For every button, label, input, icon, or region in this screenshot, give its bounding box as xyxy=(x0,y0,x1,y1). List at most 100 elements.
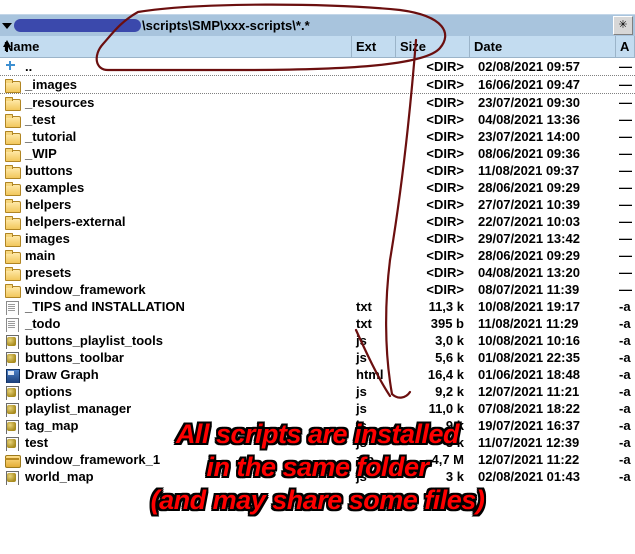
file-attr-cell: -a xyxy=(619,367,631,382)
file-ext-cell xyxy=(352,128,396,145)
file-row[interactable]: presets <DIR> 04/08/2021 13:20 — xyxy=(0,264,635,281)
file-name-label: .. xyxy=(25,59,33,74)
file-size-cell: 3 k xyxy=(445,469,464,484)
file-name-label: buttons_playlist_tools xyxy=(25,333,163,348)
file-ext-cell xyxy=(352,179,396,196)
column-header-name[interactable]: Name xyxy=(0,36,352,57)
file-name-cell[interactable]: examples xyxy=(0,179,352,196)
file-row[interactable]: world_map js 3 k 02/08/2021 01:43 -a xyxy=(0,468,635,485)
script-file-icon xyxy=(4,334,20,349)
file-name-cell[interactable]: test xyxy=(0,434,352,451)
file-name-cell[interactable]: window_framework_1 xyxy=(0,451,352,468)
file-name-cell[interactable]: helpers xyxy=(0,196,352,213)
file-attr-cell: — xyxy=(619,231,632,246)
file-row[interactable]: tag_map js 9 k 19/07/2021 16:37 -a xyxy=(0,417,635,434)
file-row[interactable]: buttons <DIR> 11/08/2021 09:37 — xyxy=(0,162,635,179)
file-date-cell: 12/07/2021 11:21 xyxy=(478,384,580,399)
file-row[interactable]: buttons_playlist_tools js 3,0 k 10/08/2021 … xyxy=(0,332,635,349)
file-name-cell[interactable]: buttons_playlist_tools xyxy=(0,332,352,349)
file-size-cell: <DIR> xyxy=(426,77,464,92)
file-name-cell[interactable]: _WIP xyxy=(0,145,352,162)
sort-ascending-icon xyxy=(3,40,11,52)
file-row[interactable]: helpers-external <DIR> 22/07/2021 10:03 — xyxy=(0,213,635,230)
file-ext-cell: txt xyxy=(356,299,372,314)
file-name-cell[interactable]: world_map xyxy=(0,468,352,485)
file-row[interactable]: _images <DIR> 16/06/2021 09:47 — xyxy=(0,76,635,94)
file-ext-cell xyxy=(352,230,396,247)
file-name-cell[interactable]: _todo xyxy=(0,315,352,332)
file-row[interactable]: window_framework <DIR> 08/07/2021 11:39 — xyxy=(0,281,635,298)
file-row[interactable]: playlist_manager js 11,0 k 07/08/2021 18:22… xyxy=(0,400,635,417)
file-name-label: buttons xyxy=(25,163,73,178)
file-ext-cell xyxy=(352,76,396,93)
script-file-icon xyxy=(4,436,20,451)
file-attr-cell: -a xyxy=(619,418,631,433)
file-date-cell: 27/07/2021 10:39 xyxy=(478,197,580,212)
file-size-cell: <DIR> xyxy=(426,59,464,74)
file-attr-cell: -a xyxy=(619,299,631,314)
file-row[interactable]: main <DIR> 28/06/2021 09:29 — xyxy=(0,247,635,264)
up-directory-icon xyxy=(4,60,20,74)
file-size-cell: 9,2 k xyxy=(435,384,464,399)
file-name-cell[interactable]: Draw Graph xyxy=(0,366,352,383)
file-row[interactable]: .. <DIR> 02/08/2021 09:57 — xyxy=(0,58,635,76)
file-name-cell[interactable]: main xyxy=(0,247,352,264)
folder-icon xyxy=(4,283,21,298)
file-attr-cell: -a xyxy=(619,435,631,450)
file-name-cell[interactable]: window_framework xyxy=(0,281,352,298)
file-row[interactable]: _tutorial <DIR> 23/07/2021 14:00 — xyxy=(0,128,635,145)
file-row[interactable]: images <DIR> 29/07/2021 13:42 — xyxy=(0,230,635,247)
path-text: \scripts\SMP\xxx-scripts\*.* xyxy=(142,17,310,33)
file-name-cell[interactable]: playlist_manager xyxy=(0,400,352,417)
file-row[interactable]: _todo txt 395 b 11/08/2021 11:29 -a xyxy=(0,315,635,332)
folder-icon xyxy=(4,96,21,111)
column-header-ext[interactable]: Ext xyxy=(352,36,396,57)
folder-icon xyxy=(4,266,21,281)
column-header-date[interactable]: Date xyxy=(470,36,616,57)
column-header-attr[interactable]: A xyxy=(616,36,635,57)
file-date-cell: 07/08/2021 18:22 xyxy=(478,401,580,416)
file-name-cell[interactable]: _TIPS and INSTALLATION xyxy=(0,298,352,315)
file-row[interactable]: _test <DIR> 04/08/2021 13:36 — xyxy=(0,111,635,128)
file-size-cell: 4,7 M xyxy=(431,452,464,467)
file-name-cell[interactable]: tag_map xyxy=(0,417,352,434)
path-dropdown-button[interactable] xyxy=(0,15,13,37)
file-row[interactable]: options js 9,2 k 12/07/2021 11:21 -a xyxy=(0,383,635,400)
file-manager-window: \scripts\SMP\xxx-scripts\*.* ✳ Name Ext … xyxy=(0,0,635,554)
path-bar[interactable]: \scripts\SMP\xxx-scripts\*.* ✳ xyxy=(0,14,635,36)
file-ext-cell: html xyxy=(356,367,384,382)
file-attr-cell: — xyxy=(619,112,632,127)
file-date-cell: 19/07/2021 16:37 xyxy=(478,418,580,433)
file-date-cell: 04/08/2021 13:20 xyxy=(478,265,580,280)
file-row[interactable]: window_framework_1 zip 4,7 M 12/07/2021 11:… xyxy=(0,451,635,468)
file-row[interactable]: _WIP <DIR> 08/06/2021 09:36 — xyxy=(0,145,635,162)
file-name-cell[interactable]: _resources xyxy=(0,94,352,111)
file-size-cell: <DIR> xyxy=(426,163,464,178)
file-row[interactable]: helpers <DIR> 27/07/2021 10:39 — xyxy=(0,196,635,213)
file-name-cell[interactable]: images xyxy=(0,230,352,247)
file-name-cell[interactable]: presets xyxy=(0,264,352,281)
file-row[interactable]: buttons_toolbar js 5,6 k 01/08/2021 22:35 -a xyxy=(0,349,635,366)
file-name-cell[interactable]: helpers-external xyxy=(0,213,352,230)
path-options-button[interactable]: ✳ xyxy=(613,16,633,35)
file-name-cell[interactable]: buttons xyxy=(0,162,352,179)
file-row[interactable]: examples <DIR> 28/06/2021 09:29 — xyxy=(0,179,635,196)
file-attr-cell: — xyxy=(619,95,632,110)
file-name-cell[interactable]: options xyxy=(0,383,352,400)
file-row[interactable]: Draw Graph html 16,4 k 01/06/2021 18:48 -a xyxy=(0,366,635,383)
file-name-cell[interactable]: .. xyxy=(0,58,352,75)
file-name-cell[interactable]: _test xyxy=(0,111,352,128)
file-row[interactable]: _TIPS and INSTALLATION txt 11,3 k 10/08/202… xyxy=(0,298,635,315)
top-strip xyxy=(0,0,635,14)
column-header-size[interactable]: Size xyxy=(396,36,470,57)
path-field[interactable]: \scripts\SMP\xxx-scripts\*.* xyxy=(13,15,613,37)
file-name-cell[interactable]: _tutorial xyxy=(0,128,352,145)
file-attr-cell: -a xyxy=(619,333,631,348)
file-name-cell[interactable]: buttons_toolbar xyxy=(0,349,352,366)
file-row[interactable]: _resources <DIR> 23/07/2021 09:30 — xyxy=(0,94,635,111)
file-row[interactable]: test js 3 k 11/07/2021 12:39 -a xyxy=(0,434,635,451)
file-name-cell[interactable]: _images xyxy=(0,76,352,93)
file-size-cell: 9 k xyxy=(445,418,464,433)
file-list[interactable]: .. <DIR> 02/08/2021 09:57 — _images <DIR> 16/0… xyxy=(0,58,635,492)
file-attr-cell: — xyxy=(619,77,632,92)
